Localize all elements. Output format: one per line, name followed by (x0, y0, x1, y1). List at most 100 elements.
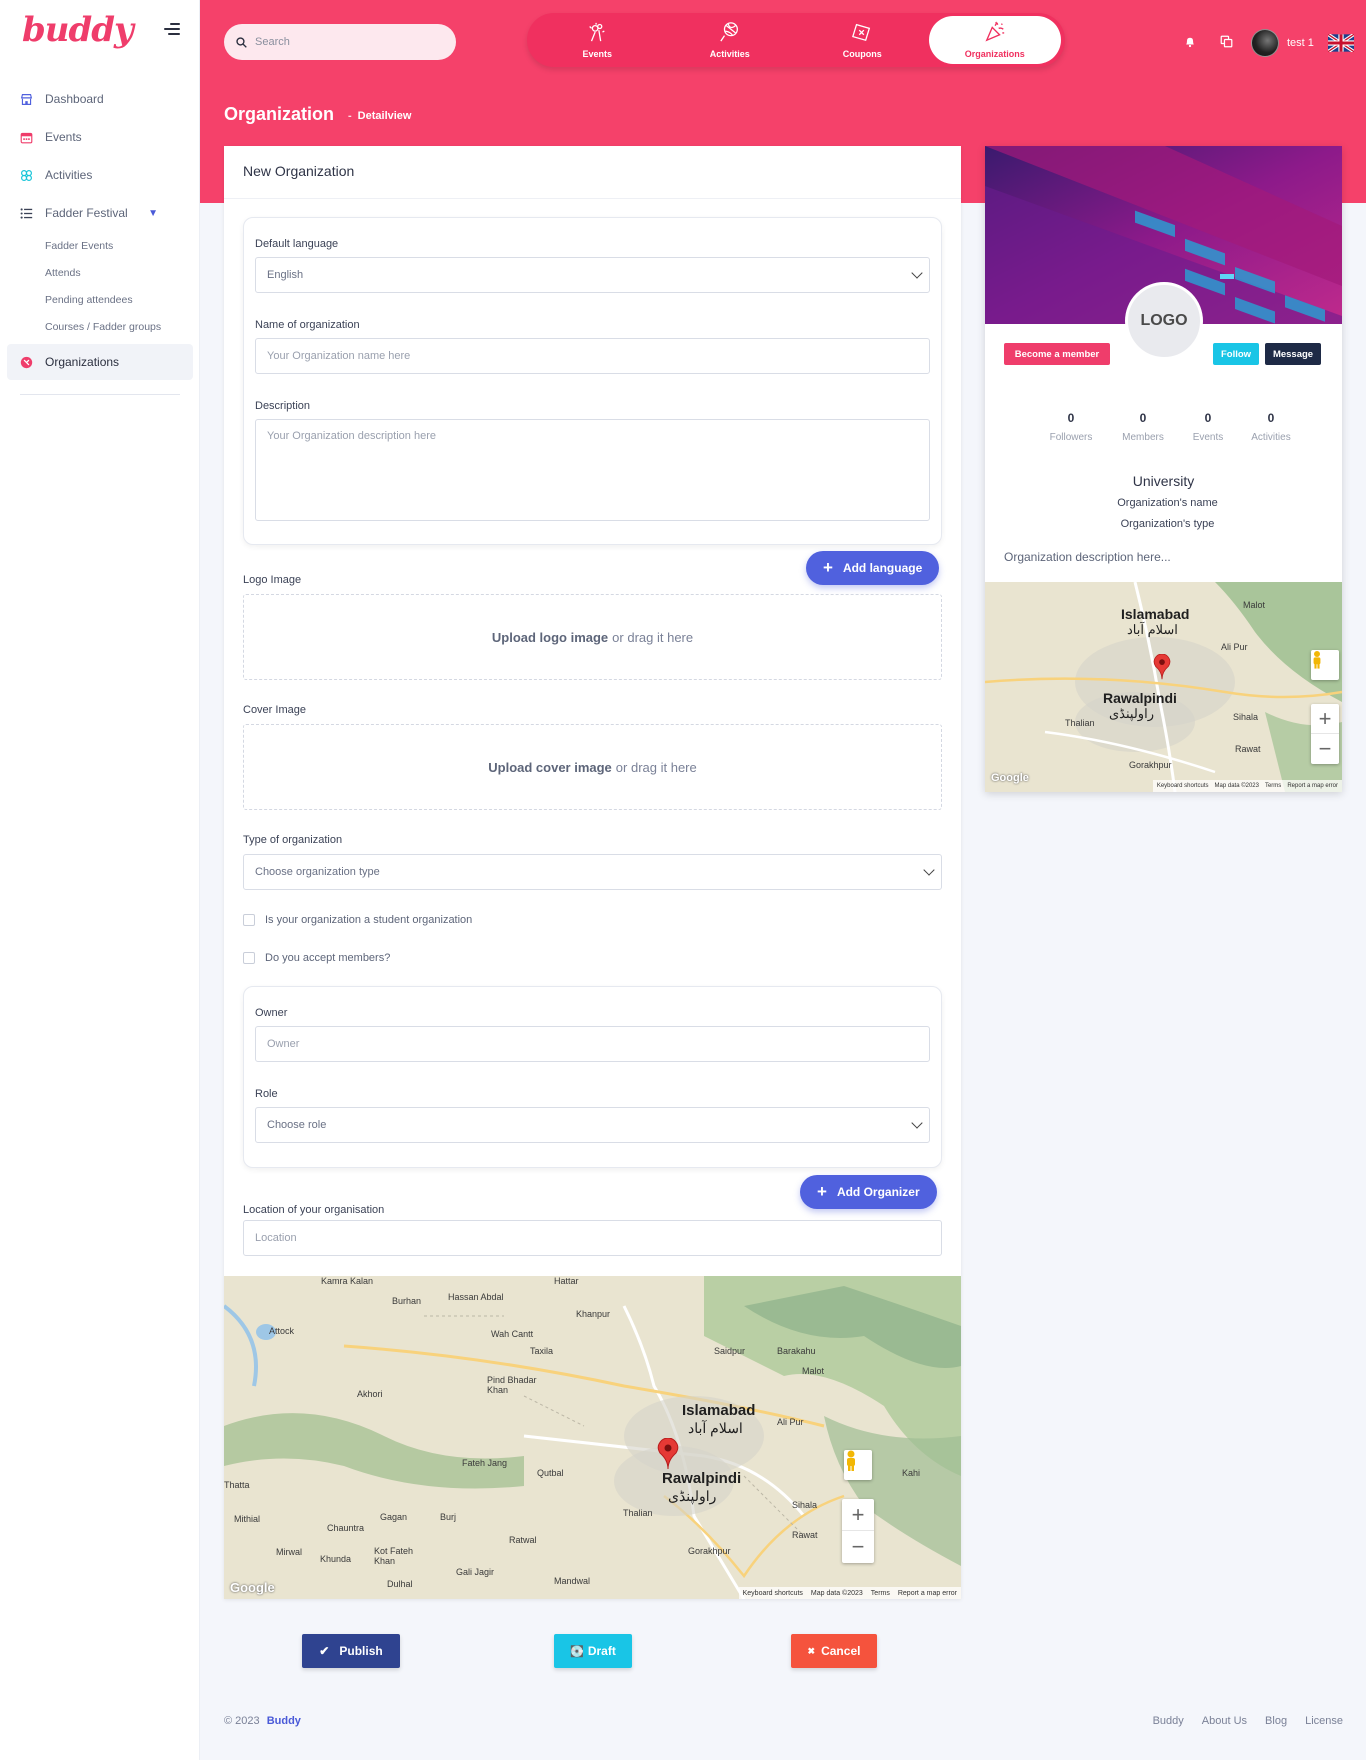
follow-button[interactable]: Follow (1213, 343, 1259, 365)
tab-coupons[interactable]: Coupons (796, 16, 929, 64)
organization-type-select[interactable]: Choose organization type (243, 854, 942, 890)
search-box[interactable] (224, 24, 456, 60)
location-label: Location of your organisation (243, 1204, 385, 1216)
tab-organizations[interactable]: Organizations (928, 16, 1061, 64)
description-textarea[interactable] (255, 419, 930, 521)
map-place: Dulhal (387, 1579, 413, 1589)
publish-button[interactable]: ✔ Publish (302, 1634, 400, 1668)
copy-icon[interactable] (1220, 35, 1233, 51)
store-icon (19, 92, 33, 106)
buddy-logo[interactable]: buddy (22, 10, 134, 50)
tab-events[interactable]: Events (531, 16, 664, 64)
google-logo: Google (230, 1580, 275, 1595)
zoom-in-button[interactable]: + (842, 1499, 874, 1531)
map-place: Wah Cantt (491, 1329, 534, 1339)
sidebar-item-organizations[interactable]: Organizations (7, 344, 193, 380)
add-language-label: Add language (842, 561, 923, 575)
sidebar-subitem-attends[interactable]: Attends (0, 259, 200, 286)
stat-activities: 0 Activities (1237, 411, 1305, 443)
user-name[interactable]: test 1 (1287, 37, 1314, 49)
coupon-icon (851, 21, 873, 46)
map-place: Malot (1243, 600, 1266, 610)
cancel-button[interactable]: ✖ Cancel (791, 1634, 877, 1668)
become-member-button[interactable]: Become a member (1004, 343, 1110, 365)
map-footer-link[interactable]: Report a map error (1287, 783, 1338, 789)
role-select[interactable]: Choose role (255, 1107, 930, 1143)
search-input[interactable] (255, 36, 435, 48)
checkbox[interactable] (243, 952, 255, 964)
role-placeholder: Choose role (267, 1119, 327, 1131)
type-label: Type of organization (243, 834, 343, 846)
map-place: Kahi (902, 1468, 921, 1478)
map-footer-link[interactable]: Keyboard shortcuts (743, 1590, 803, 1597)
uk-flag-icon[interactable] (1327, 34, 1354, 52)
footer-link-about[interactable]: About Us (1202, 1715, 1247, 1727)
tab-label: Organizations (964, 49, 1025, 59)
avatar[interactable] (1251, 29, 1279, 57)
preview-map[interactable]: Islamabad اسلام آباد Rawalpindi راولپنڈی… (985, 582, 1342, 792)
add-language-button[interactable]: + Add language (806, 551, 940, 585)
breadcrumb[interactable]: - Detailview (348, 110, 411, 122)
default-language-select[interactable]: English (255, 257, 930, 293)
map-place: Khunda (320, 1554, 352, 1564)
map-place: Mithial (234, 1514, 261, 1524)
map-place: Sihala (1233, 712, 1259, 722)
menu-toggle-icon[interactable] (164, 23, 180, 37)
name-label: Name of organization (255, 319, 360, 331)
map-place: Gali Jagir (456, 1567, 495, 1577)
map-footer-link[interactable]: Keyboard shortcuts (1157, 783, 1209, 789)
street-view-icon[interactable] (1311, 650, 1339, 680)
map-place: Saidpur (714, 1346, 746, 1356)
footer-link-buddy[interactable]: Buddy (1153, 1715, 1184, 1727)
sidebar-item-activities[interactable]: Activities (0, 156, 200, 194)
accept-members-checkbox[interactable]: Do you accept members? (243, 952, 390, 964)
map-footer: Keyboard shortcuts Map data ©2023 Terms … (738, 1587, 961, 1599)
sidebar-item-dashboard[interactable]: Dashboard (0, 80, 200, 118)
close-icon: ✖ (807, 1645, 816, 1656)
footer-link-license[interactable]: License (1305, 1715, 1343, 1727)
logo-dropzone[interactable]: Upload logo image or drag it here (243, 594, 942, 680)
bell-icon[interactable] (1184, 35, 1196, 51)
map-pin-icon[interactable] (1153, 654, 1171, 680)
sidebar-subitem-courses[interactable]: Courses / Fadder groups (0, 313, 200, 340)
map-footer-link[interactable]: Terms (1265, 783, 1281, 789)
draft-button[interactable]: 💽 Draft (554, 1634, 632, 1668)
location-input[interactable] (243, 1220, 942, 1256)
breadcrumb-current: Detailview (357, 110, 412, 122)
map-city: Islamabad (1121, 606, 1190, 622)
organization-name-input[interactable] (255, 338, 930, 374)
map-pin-icon[interactable] (657, 1438, 679, 1470)
chevron-down-icon (923, 864, 935, 876)
map-place: Hassan Abdal (448, 1292, 504, 1302)
owner-input[interactable] (255, 1026, 930, 1062)
sidebar-item-events[interactable]: Events (0, 118, 200, 156)
sidebar-item-fadder-festival[interactable]: Fadder Festival ▼ (0, 194, 200, 232)
logo-upload-link[interactable]: Upload logo image (492, 630, 608, 645)
checkbox[interactable] (243, 914, 255, 926)
location-map[interactable]: Attock Hassan Abdal Burhan Wah Cantt Tax… (224, 1276, 961, 1599)
map-place: Ali Pur (1221, 642, 1248, 652)
chevron-down-icon[interactable]: ▼ (148, 208, 158, 219)
map-place: Attock (269, 1326, 295, 1336)
cover-dropzone[interactable]: Upload cover image or drag it here (243, 724, 942, 810)
footer-link-blog[interactable]: Blog (1265, 1715, 1287, 1727)
footer-brand-link[interactable]: Buddy (267, 1715, 301, 1727)
sidebar-subitem-pending-attendees[interactable]: Pending attendees (0, 286, 200, 313)
add-organizer-button[interactable]: + Add Organizer (800, 1175, 937, 1209)
zoom-out-button[interactable]: − (1311, 734, 1339, 764)
student-organization-checkbox[interactable]: Is your organization a student organizat… (243, 914, 472, 926)
organization-preview-card: LOGO Become a member Follow Message 0 Fol… (985, 146, 1342, 792)
tab-activities[interactable]: Activities (664, 16, 797, 64)
map-footer-link[interactable]: Terms (871, 1590, 890, 1597)
chevron-down-icon (911, 1117, 923, 1129)
publish-label: Publish (339, 1644, 383, 1658)
message-button[interactable]: Message (1265, 343, 1321, 365)
map-footer-link[interactable]: Report a map error (898, 1590, 957, 1597)
cover-upload-link[interactable]: Upload cover image (488, 760, 612, 775)
stat-members: 0 Members (1107, 411, 1179, 443)
street-view-icon[interactable] (844, 1450, 872, 1480)
sidebar-subitem-fadder-events[interactable]: Fadder Events (0, 232, 200, 259)
zoom-in-button[interactable]: + (1311, 704, 1339, 734)
sidebar-divider (20, 394, 180, 395)
zoom-out-button[interactable]: − (842, 1531, 874, 1563)
